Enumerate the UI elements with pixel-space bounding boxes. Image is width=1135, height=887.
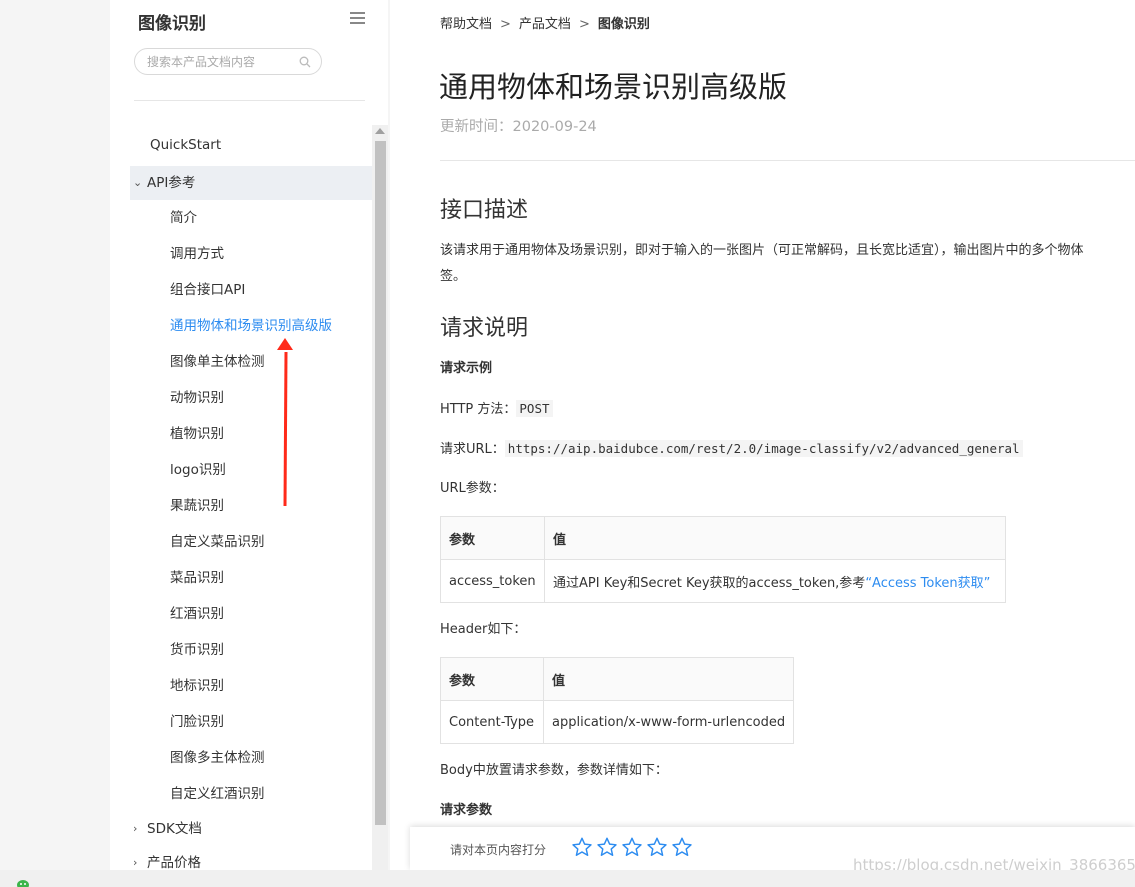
search-icon[interactable] (299, 56, 311, 68)
http-method-value: POST (516, 400, 553, 417)
sidebar-item-api-reference[interactable]: ⌄ API参考 (130, 166, 372, 200)
sidebar-item-currency[interactable]: 货币识别 (130, 633, 372, 667)
update-time: 更新时间：2020-09-24 (440, 119, 597, 135)
sidebar-item-dish[interactable]: 菜品识别 (130, 561, 372, 595)
chevron-down-icon: ⌄ (133, 176, 143, 189)
breadcrumb-separator: > (578, 17, 590, 32)
main-content: 帮助文档 > 产品文档 > 图像识别 通用物体和场景识别高级版 更新时间：2020-09… (390, 0, 1135, 887)
sidebar-item-sdk[interactable]: › SDK文档 (130, 812, 372, 846)
table-row: access_token 通过API Key和Secret Key获取的acce… (440, 559, 1006, 603)
section-heading-description: 接口描述 (440, 198, 529, 223)
table-header-cell: 值 (544, 516, 1006, 560)
request-url-value: https://aip.baidubce.com/rest/2.0/image-… (504, 440, 1023, 457)
sidebar-item-quickstart[interactable]: QuickStart (130, 128, 372, 162)
table-row: Content-Type application/x-www-form-urle… (440, 700, 795, 744)
body-label: Body中放置请求参数，参数详情如下： (440, 763, 668, 778)
sidebar-item-animal[interactable]: 动物识别 (130, 381, 372, 415)
table-header-cell: 值 (542, 657, 795, 701)
sidebar-item-call-method[interactable]: 调用方式 (130, 237, 372, 271)
star-icon[interactable] (596, 836, 618, 858)
star-icon[interactable] (571, 836, 593, 858)
search-field[interactable] (134, 48, 322, 75)
table-header-cell: 参数 (440, 516, 545, 560)
title-divider (440, 160, 1135, 161)
request-example-label: 请求示例 (440, 361, 493, 376)
sidebar-nav: QuickStart ⌄ API参考 简介 调用方式 组合接口API 通用物体和场… (130, 125, 372, 880)
url-params-table: 参数 值 access_token 通过API Key和Secret Key获取… (440, 516, 1006, 603)
breadcrumb: 帮助文档 > 产品文档 > 图像识别 (440, 13, 650, 32)
request-url-line: 请求URL： https://aip.baidubce.com/rest/2.0/… (440, 436, 1023, 463)
scroll-up-icon[interactable] (375, 128, 385, 134)
table-header-row: 参数 值 (440, 657, 795, 701)
request-params-label: 请求参数 (440, 803, 493, 818)
section-heading-request: 请求说明 (440, 316, 529, 341)
breadcrumb-current: 图像识别 (597, 17, 650, 32)
sidebar: 图像识别 QuickStart ⌄API参考 简介 调用方式 组合接口API 通… (110, 0, 388, 887)
sidebar-item-landmark[interactable]: 地标识别 (130, 669, 372, 703)
page: 图像识别 QuickStart ⌄API参考 简介 调用方式 组合接口API 通… (0, 0, 1135, 887)
header-table: 参数 值 Content-Type application/x-www-form… (440, 657, 795, 744)
table-cell-value: 通过API Key和Secret Key获取的access_token,参考“A… (544, 559, 1006, 603)
breadcrumb-separator: > (500, 17, 511, 32)
sidebar-item-custom-dish[interactable]: 自定义菜品识别 (130, 525, 372, 559)
search-input[interactable] (147, 53, 295, 70)
sidebar-item-ingredient[interactable]: 果蔬识别 (130, 489, 372, 523)
bottom-strip (0, 870, 1135, 887)
access-token-link[interactable]: “Access Token获取” (865, 576, 990, 591)
sidebar-item-redwine[interactable]: 红酒识别 (130, 597, 372, 631)
star-icon[interactable] (621, 836, 643, 858)
header-label: Header如下： (440, 622, 527, 637)
star-icon[interactable] (646, 836, 668, 858)
breadcrumb-product-docs[interactable]: 产品文档 (519, 17, 571, 32)
http-method-line: HTTP 方法： POST (440, 396, 553, 423)
sidebar-title: 图像识别 (138, 14, 206, 34)
table-cell-param: Content-Type (440, 700, 544, 744)
rating-label: 请对本页内容打分 (450, 843, 547, 857)
app-icon (17, 880, 29, 887)
chevron-right-icon: › (133, 822, 138, 835)
sidebar-item-advanced-general[interactable]: 通用物体和场景识别高级版 (130, 309, 372, 343)
sidebar-item-object-detect[interactable]: 图像单主体检测 (130, 345, 372, 379)
table-cell-value: application/x-www-form-urlencoded (542, 700, 795, 744)
table-header-row: 参数 值 (440, 516, 1006, 560)
sidebar-item-intro[interactable]: 简介 (130, 201, 372, 235)
sidebar-item-plant[interactable]: 植物识别 (130, 417, 372, 451)
description-line-2: 签。 (440, 269, 467, 284)
breadcrumb-help-docs[interactable]: 帮助文档 (440, 17, 492, 32)
star-icon[interactable] (671, 836, 693, 858)
sidebar-scrollbar[interactable] (372, 125, 388, 887)
url-params-label: URL参数： (440, 481, 505, 496)
sidebar-item-combined-api[interactable]: 组合接口API (130, 273, 372, 307)
sidebar-item-storefront[interactable]: 门脸识别 (130, 705, 372, 739)
annotation-arrow-icon (277, 338, 293, 507)
table-cell-param: access_token (440, 559, 545, 603)
sidebar-item-logo[interactable]: logo识别 (130, 453, 372, 487)
menu-icon[interactable] (350, 12, 367, 26)
page-title: 通用物体和场景识别高级版 (439, 70, 788, 104)
sidebar-item-custom-redwine[interactable]: 自定义红酒识别 (130, 777, 372, 811)
sidebar-item-multi-object[interactable]: 图像多主体检测 (130, 741, 372, 775)
sidebar-divider (134, 100, 365, 101)
scrollbar-thumb[interactable] (375, 141, 386, 825)
table-header-cell: 参数 (440, 657, 544, 701)
description-line-1: 该请求用于通用物体及场景识别，即对于输入的一张图片（可正常解码，且长宽比适宜），… (440, 243, 1084, 258)
